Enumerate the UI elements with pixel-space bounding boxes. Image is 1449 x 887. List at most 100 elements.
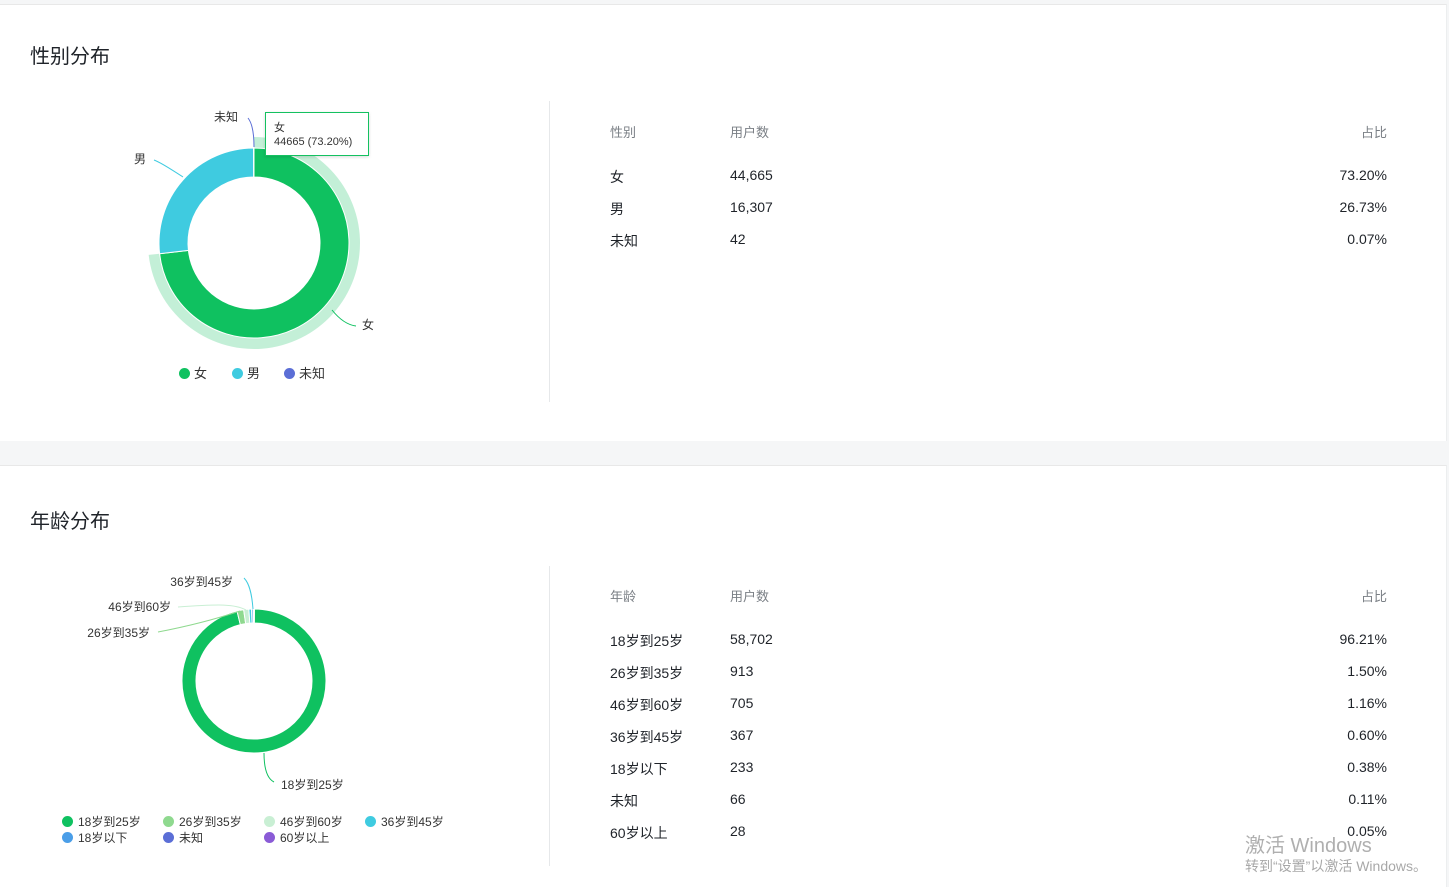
legend-label: 女 — [194, 366, 207, 381]
header-ratio: 占比 — [1361, 586, 1387, 605]
cell-ratio: 1.16% — [1347, 695, 1387, 711]
legend-item-male[interactable]: 男 — [232, 363, 260, 382]
table-row: 18岁到25岁 58,702 96.21% — [610, 631, 1387, 651]
cell-age: 26岁到35岁 — [610, 663, 683, 683]
tooltip-series-name: 女 — [274, 121, 368, 135]
legend-dot-icon — [264, 816, 275, 827]
cell-ratio: 26.73% — [1340, 199, 1387, 215]
cell-gender: 未知 — [610, 231, 638, 251]
legend-item-unknown[interactable]: 未知 — [284, 363, 325, 382]
legend-dot-icon — [62, 816, 73, 827]
legend-item-46-60[interactable]: 46岁到60岁 — [264, 813, 343, 830]
leader-line — [264, 753, 274, 782]
table-row: 18岁以下 233 0.38% — [610, 759, 1387, 779]
slice-label: 36岁到45岁 — [170, 574, 233, 589]
legend-item-18-25[interactable]: 18岁到25岁 — [62, 813, 141, 830]
cell-age: 36岁到45岁 — [610, 727, 683, 747]
header-gender: 性别 — [610, 122, 636, 141]
cell-ratio: 1.50% — [1347, 663, 1387, 679]
cell-ratio: 0.07% — [1347, 231, 1387, 247]
legend-dot-icon — [179, 368, 190, 379]
legend-dot-icon — [365, 816, 376, 827]
legend-label: 未知 — [299, 366, 325, 381]
legend-item-26-35[interactable]: 26岁到35岁 — [163, 813, 242, 830]
legend-dot-icon — [163, 832, 174, 843]
legend-item-36-45[interactable]: 36岁到45岁 — [365, 813, 444, 830]
leader-line — [178, 605, 246, 610]
windows-activation-watermark-hint: 转到“设置”以激活 Windows。 — [1245, 856, 1427, 876]
cell-gender: 女 — [610, 167, 624, 187]
legend-dot-icon — [232, 368, 243, 379]
table-row: 46岁到60岁 705 1.16% — [610, 695, 1387, 715]
slice-label: 未知 — [214, 110, 238, 124]
cell-users: 42 — [730, 231, 746, 247]
cell-users: 367 — [730, 727, 753, 743]
slice-label: 18岁到25岁 — [281, 777, 344, 792]
table-row: 未知 66 0.11% — [610, 791, 1387, 811]
legend-label: 未知 — [179, 831, 203, 845]
age-divider — [549, 566, 550, 866]
legend-item-female[interactable]: 女 — [179, 363, 207, 382]
legend-label: 36岁到45岁 — [381, 815, 444, 829]
legend-label: 18岁到25岁 — [78, 815, 141, 829]
cell-ratio: 0.11% — [1348, 791, 1387, 807]
cell-users: 28 — [730, 823, 746, 839]
slice-label: 男 — [134, 152, 146, 166]
legend-label: 男 — [247, 366, 260, 381]
table-header: 年龄 用户数 占比 — [610, 586, 1387, 606]
header-ratio: 占比 — [1361, 122, 1387, 141]
slice-label: 46岁到60岁 — [108, 599, 171, 614]
header-users: 用户数 — [730, 122, 769, 141]
cell-users: 66 — [730, 791, 746, 807]
cell-users: 58,702 — [730, 631, 773, 647]
table-row: 未知 42 0.07% — [610, 231, 1387, 251]
legend-item-under-18[interactable]: 18岁以下 — [62, 829, 127, 846]
cell-users: 705 — [730, 695, 753, 711]
legend-label: 46岁到60岁 — [280, 815, 343, 829]
gender-distribution-card: 性别分布 未知男女 女 44665 (73.20%) 女 男 未知 性别 用户数… — [0, 4, 1447, 441]
cell-users: 233 — [730, 759, 753, 775]
gender-chart-tooltip: 女 44665 (73.20%) — [265, 112, 369, 156]
table-row: 36岁到45岁 367 0.60% — [610, 727, 1387, 747]
legend-dot-icon — [163, 816, 174, 827]
cell-ratio: 96.21% — [1340, 631, 1387, 647]
cell-age: 18岁到25岁 — [610, 631, 683, 651]
cell-users: 16,307 — [730, 199, 773, 215]
header-age: 年龄 — [610, 586, 636, 605]
header-users: 用户数 — [730, 586, 769, 605]
windows-activation-watermark-title: 激活 Windows — [1245, 829, 1372, 858]
pie-slice-0[interactable] — [182, 609, 326, 753]
tooltip-value: 44665 (73.20%) — [274, 135, 368, 149]
legend-label: 26岁到35岁 — [179, 815, 242, 829]
cell-gender: 男 — [610, 199, 624, 219]
legend-dot-icon — [264, 832, 275, 843]
table-row: 女 44,665 73.20% — [610, 167, 1387, 187]
pie-slice-1[interactable] — [159, 148, 254, 254]
legend-item-over-60[interactable]: 60岁以上 — [264, 829, 329, 846]
cell-ratio: 0.38% — [1347, 759, 1387, 775]
age-distribution-card: 年龄分布 36岁到45岁46岁到60岁26岁到35岁18岁到25岁 18岁到25… — [0, 465, 1447, 887]
cell-age: 46岁到60岁 — [610, 695, 683, 715]
cell-age: 未知 — [610, 791, 638, 811]
cell-ratio: 73.20% — [1340, 167, 1387, 183]
table-row: 男 16,307 26.73% — [610, 199, 1387, 219]
cell-ratio: 0.60% — [1347, 727, 1387, 743]
cell-age: 60岁以上 — [610, 823, 668, 843]
leader-line — [248, 118, 254, 147]
pie-slice-6[interactable] — [254, 609, 255, 623]
leader-line — [244, 578, 253, 609]
legend-dot-icon — [284, 368, 295, 379]
leader-line — [154, 160, 183, 177]
legend-dot-icon — [62, 832, 73, 843]
legend-item-unknown[interactable]: 未知 — [163, 829, 203, 846]
cell-users: 44,665 — [730, 167, 773, 183]
table-row: 26岁到35岁 913 1.50% — [610, 663, 1387, 683]
table-header: 性别 用户数 占比 — [610, 122, 1387, 142]
slice-label: 26岁到35岁 — [87, 625, 150, 640]
cell-age: 18岁以下 — [610, 759, 668, 779]
legend-label: 60岁以上 — [280, 831, 329, 845]
gender-donut-chart: 未知男女 — [0, 5, 549, 441]
gender-divider — [549, 101, 550, 402]
leader-line — [332, 310, 356, 326]
cell-users: 913 — [730, 663, 753, 679]
